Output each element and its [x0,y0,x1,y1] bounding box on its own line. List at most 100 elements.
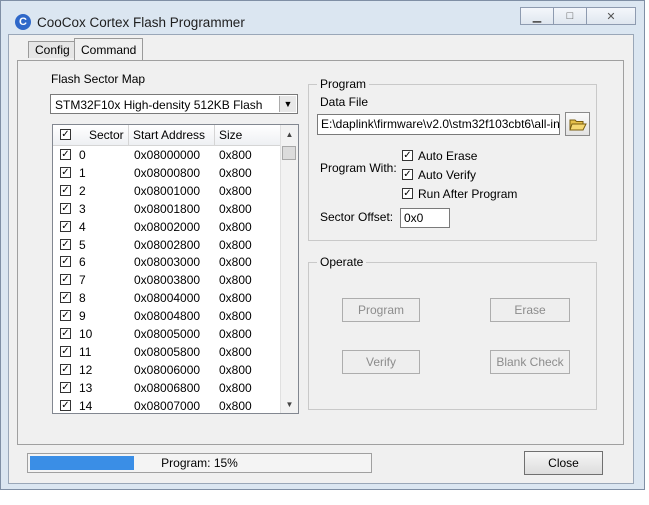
sector-start-address: 0x08002000 [134,219,201,234]
sector-list[interactable]: ✓ Sector Start Address Size ✓ 0 0x08000000… [52,124,299,414]
sector-checkbox[interactable]: ✓ [60,202,71,214]
maximize-button[interactable]: □ [553,7,587,25]
sector-start-address: 0x08004000 [134,291,201,306]
coocox-logo-icon: C [15,14,31,30]
erase-button[interactable]: Erase [490,298,570,322]
sector-size: 0x800 [219,219,252,234]
data-file-input[interactable]: E:\daplink\firmware\v2.0\stm32f103cbt6\a… [317,114,560,135]
tab-config[interactable]: Config [28,41,77,58]
title-bar[interactable]: C CooCox Cortex Flash Programmer ▁ □ ✕ [1,1,644,31]
table-row[interactable]: ✓ 8 0x08004000 0x800 [53,289,281,307]
table-row[interactable]: ✓ 4 0x08002000 0x800 [53,218,281,236]
device-select[interactable]: STM32F10x High-density 512KB Flash ▼ [50,94,298,114]
run-after-program-check[interactable]: ✓ [402,188,413,199]
sector-size: 0x800 [219,398,252,413]
sector-start-address: 0x08001000 [134,183,201,198]
table-row[interactable]: ✓ 13 0x08006800 0x800 [53,379,281,397]
scroll-up-icon[interactable]: ▲ [281,127,298,143]
table-row[interactable]: ✓ 10 0x08005000 0x800 [53,325,281,343]
auto-erase-check[interactable]: ✓ [402,150,413,161]
verify-button[interactable]: Verify [342,350,420,374]
sector-size: 0x800 [219,291,252,306]
sector-start-address: 0x08001800 [134,201,201,216]
sector-checkbox[interactable]: ✓ [60,363,71,375]
sector-number: 10 [79,327,93,341]
table-row[interactable]: ✓ 12 0x08006000 0x800 [53,361,281,379]
select-all-checkbox[interactable]: ✓ [60,129,71,140]
table-row[interactable]: ✓ 7 0x08003800 0x800 [53,271,281,289]
run-after-program-label: Run After Program [418,187,518,201]
sector-checkbox[interactable]: ✓ [60,310,71,322]
sector-checkbox[interactable]: ✓ [60,149,71,160]
sector-number: 1 [79,165,86,180]
sector-checkbox[interactable]: ✓ [60,274,71,286]
table-row[interactable]: ✓ 3 0x08001800 0x800 [53,200,281,218]
sector-checkbox[interactable]: ✓ [60,166,71,178]
sector-offset-label: Sector Offset: [320,210,394,224]
minimize-button[interactable]: ▁ [520,7,554,25]
table-row[interactable]: ✓ 1 0x08000800 0x800 [53,164,281,182]
header-start-address[interactable]: Start Address [129,125,215,145]
flash-sector-map-label: Flash Sector Map [51,72,146,86]
browse-button[interactable] [565,112,590,136]
progress-text: Program: 15% [161,456,238,470]
close-button[interactable]: Close [524,451,603,475]
sector-size: 0x800 [219,201,252,216]
sector-number: 7 [79,273,86,288]
sector-size: 0x800 [219,273,252,288]
close-window-button[interactable]: ✕ [586,7,636,25]
operate-group: Operate [308,255,597,410]
table-row[interactable]: ✓ 2 0x08001000 0x800 [53,182,281,200]
sector-checkbox[interactable]: ✓ [60,399,71,411]
sector-checkbox[interactable]: ✓ [60,328,71,339]
sector-start-address: 0x08000800 [134,165,201,180]
sector-start-address: 0x08006800 [134,380,201,395]
sector-checkbox[interactable]: ✓ [60,345,71,357]
sector-number: 8 [79,291,86,306]
sector-number: 9 [79,309,86,324]
table-row[interactable]: ✓ 6 0x08003000 0x800 [53,253,281,271]
maximize-icon: □ [566,10,574,22]
sector-checkbox[interactable]: ✓ [60,238,71,250]
sector-start-address: 0x08004800 [134,309,201,324]
table-row[interactable]: ✓ 5 0x08002800 0x800 [53,236,281,254]
table-row[interactable]: ✓ 11 0x08005800 0x800 [53,343,281,361]
sector-size: 0x800 [219,327,252,341]
operate-group-title: Operate [317,255,367,269]
sector-size: 0x800 [219,237,252,252]
vertical-scrollbar[interactable]: ▲ ▼ [280,125,298,413]
sector-start-address: 0x08003800 [134,273,201,288]
caption-buttons: ▁ □ ✕ [520,7,636,25]
sector-checkbox[interactable]: ✓ [60,381,71,393]
auto-verify-check[interactable]: ✓ [402,169,413,180]
auto-verify-label: Auto Verify [418,168,477,182]
scroll-thumb[interactable] [282,146,296,160]
tab-command[interactable]: Command [74,38,144,61]
sector-start-address: 0x08002800 [134,237,201,252]
sector-number: 4 [79,219,86,234]
sector-size: 0x800 [219,183,252,198]
chevron-down-icon[interactable]: ▼ [279,96,296,112]
table-row[interactable]: ✓ 14 0x08007000 0x800 [53,397,281,413]
sector-number: 13 [79,380,93,395]
sector-checkbox[interactable]: ✓ [60,256,71,268]
sector-size: 0x800 [219,165,252,180]
program-button[interactable]: Program [342,298,420,322]
auto-erase-label: Auto Erase [418,149,478,163]
header-size[interactable]: Size [215,125,281,145]
sector-checkbox[interactable]: ✓ [60,220,71,232]
sector-number: 6 [79,255,86,270]
scroll-down-icon[interactable]: ▼ [281,397,298,413]
sector-size: 0x800 [219,255,252,270]
sector-offset-input[interactable]: 0x0 [400,208,450,228]
sector-checkbox[interactable]: ✓ [60,292,71,304]
open-folder-icon [568,119,587,130]
sector-checkbox[interactable]: ✓ [60,184,71,196]
blank-check-button[interactable]: Blank Check [490,350,570,374]
sector-start-address: 0x08000000 [134,148,201,162]
table-row[interactable]: ✓ 9 0x08004800 0x800 [53,307,281,325]
table-row[interactable]: ✓ 0 0x08000000 0x800 [53,146,281,164]
header-sector[interactable]: ✓ Sector [53,125,129,145]
sector-start-address: 0x08007000 [134,398,201,413]
sector-start-address: 0x08005000 [134,327,201,341]
